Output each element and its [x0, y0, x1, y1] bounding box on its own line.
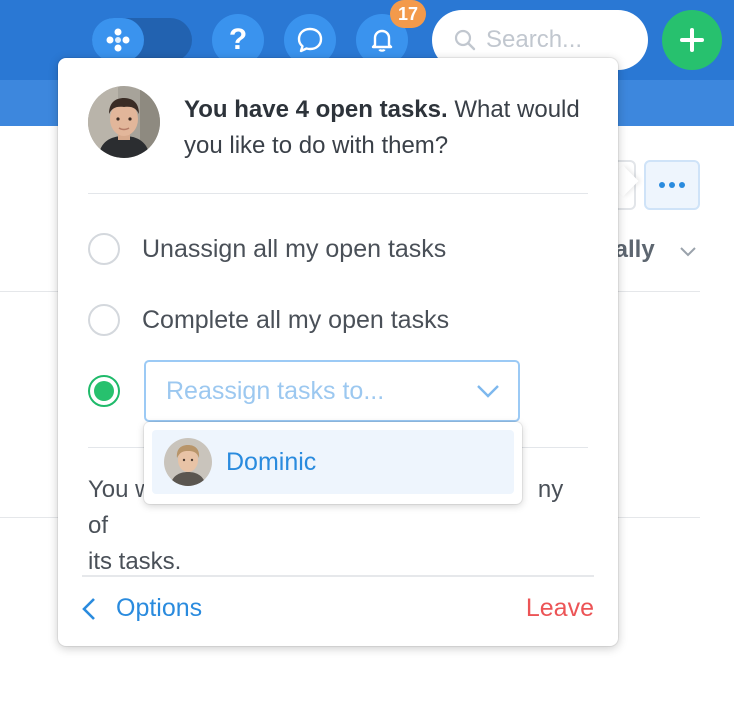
apps-switcher[interactable]: [92, 18, 192, 62]
option-reassign[interactable]: [88, 375, 120, 407]
search-input[interactable]: [484, 25, 628, 55]
ellipsis-icon: [659, 182, 685, 188]
chat-icon: [297, 27, 323, 53]
plus-icon: [680, 28, 704, 52]
dropdown-option-dominic[interactable]: Dominic: [152, 430, 514, 494]
avatar: [164, 438, 212, 486]
notification-count-badge: 17: [390, 0, 426, 28]
option-unassign[interactable]: Unassign all my open tasks: [88, 233, 446, 265]
dropdown-option-label: Dominic: [226, 447, 317, 476]
options-link-label: Options: [116, 594, 203, 622]
more-options-button[interactable]: [644, 160, 700, 210]
apps-icon[interactable]: [92, 18, 144, 62]
option-label: Unassign all my open tasks: [142, 234, 447, 263]
reassign-placeholder: Reassign tasks to...: [166, 376, 385, 405]
leave-project-popover: You have 4 open tasks. What would you li…: [58, 58, 618, 646]
chevron-down-icon: [477, 385, 499, 398]
options-back-link[interactable]: Options: [82, 594, 202, 623]
user-avatar: [88, 86, 160, 158]
complete-radio[interactable]: [88, 304, 120, 336]
option-complete[interactable]: Complete all my open tasks: [88, 304, 449, 336]
radio-selected-dot: [94, 381, 114, 401]
add-button[interactable]: [662, 10, 722, 70]
assignee-dropdown: Dominic: [144, 422, 522, 504]
reassign-select[interactable]: Reassign tasks to...: [144, 360, 520, 422]
leave-button[interactable]: Leave: [526, 594, 594, 623]
search-icon: [454, 29, 476, 51]
warning-text-start: You w: [88, 476, 153, 503]
footer-divider: [82, 575, 594, 577]
help-icon: ?: [228, 23, 248, 56]
reassign-radio[interactable]: [88, 375, 120, 407]
bell-icon: [371, 29, 393, 52]
heading-emphasis: You have 4 open tasks.: [184, 96, 448, 123]
unassign-radio[interactable]: [88, 233, 120, 265]
heading-divider: [88, 193, 588, 194]
option-label: Complete all my open tasks: [142, 305, 450, 334]
chevron-left-icon: [82, 597, 95, 620]
warning-text-line2: its tasks.: [88, 548, 182, 575]
popover-heading: You have 4 open tasks. What would you li…: [184, 92, 594, 164]
app-stage: ? 17 Search... ually You have 4 open tas…: [0, 0, 734, 701]
chevron-down-icon[interactable]: [678, 242, 698, 262]
